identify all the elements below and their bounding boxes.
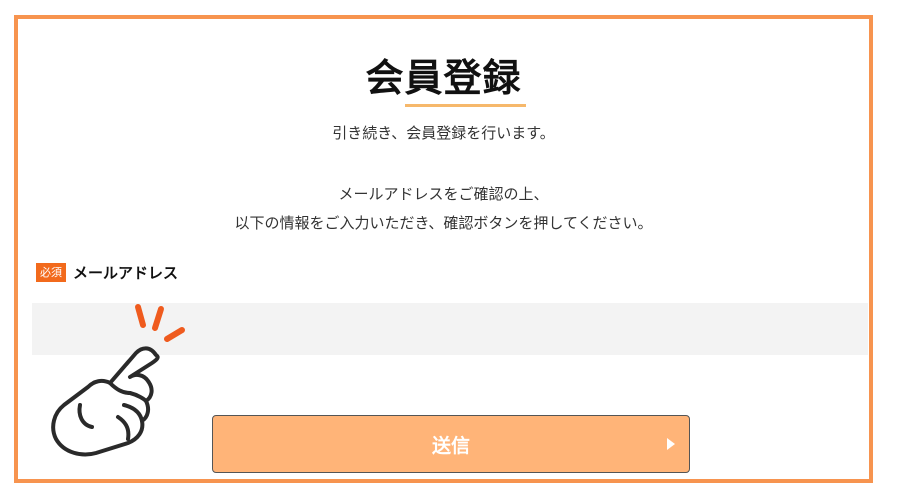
pointing-hand-icon xyxy=(51,304,185,457)
required-badge: 必須 xyxy=(36,263,66,282)
submit-label: 送信 xyxy=(431,434,470,457)
description-line-2: 以下の情報をご入力いただき、確認ボタンを押してください。 xyxy=(234,214,653,232)
submit-button[interactable]: 送信 xyxy=(212,415,690,473)
description: メールアドレスをご確認の上、 以下の情報をご入力いただき、確認ボタンを押してくだ… xyxy=(18,180,869,238)
intro-text: 引き続き、会員登録を行います。 xyxy=(332,124,555,142)
triangle-right-icon xyxy=(667,438,675,450)
description-line-1: メールアドレスをご確認の上、 xyxy=(338,185,549,203)
page-title: 会員登録 xyxy=(365,56,522,100)
email-label: メールアドレス xyxy=(73,264,179,282)
email-label-row: 必須 メールアドレス xyxy=(36,262,178,283)
title-underline xyxy=(405,104,526,107)
